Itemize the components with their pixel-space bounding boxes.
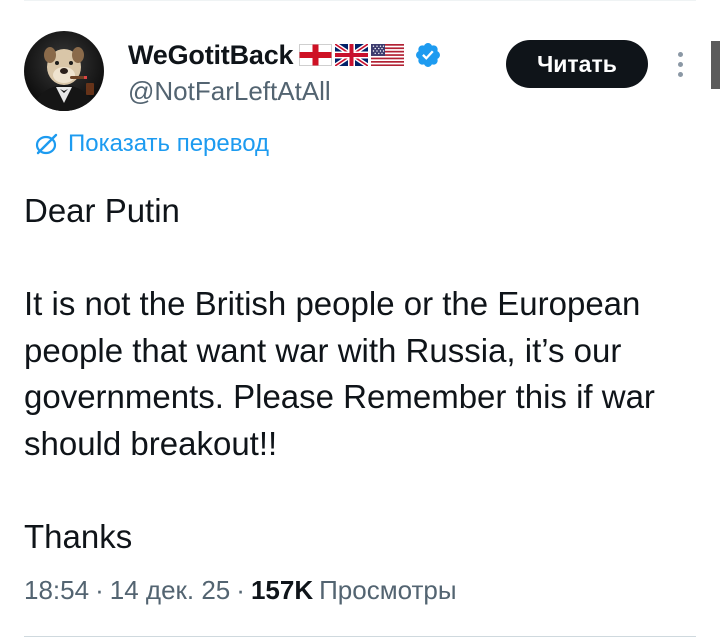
author-name-row: WeGotitBack	[128, 38, 442, 72]
tweet-paragraph: Thanks	[24, 517, 133, 555]
more-options-icon[interactable]	[668, 44, 692, 84]
meta-separator: ·	[95, 575, 104, 605]
flag-emojis	[299, 44, 405, 66]
bottom-divider	[24, 636, 696, 637]
more-dot	[677, 61, 683, 67]
translate-icon	[35, 133, 58, 155]
tweet-meta: 18:54 · 14 дек. 25 · 157K Просмотры	[24, 575, 457, 606]
author-display-name[interactable]: WeGotitBack	[128, 40, 294, 71]
top-divider	[24, 0, 696, 1]
views-count[interactable]: 157K	[251, 575, 313, 606]
paragraph-spacer	[24, 235, 704, 282]
usa-flag-icon	[371, 44, 405, 66]
england-flag-icon	[299, 44, 333, 66]
tweet-text: Dear Putin It is not the British people …	[24, 188, 704, 560]
author-handle[interactable]: @NotFarLeftAtAll	[128, 76, 331, 107]
avatar[interactable]	[24, 31, 104, 111]
show-translation-label: Показать перевод	[68, 130, 270, 157]
more-dot	[677, 71, 683, 77]
uk-flag-icon	[335, 44, 369, 66]
tweet-paragraph: It is not the British people or the Euro…	[24, 285, 655, 462]
paragraph-spacer	[24, 467, 704, 514]
tweet-detail: WeGotitBack @NotFarLeftAtAll Читать Пока…	[0, 0, 720, 640]
scrollbar[interactable]	[711, 41, 720, 89]
tweet-paragraph: Dear Putin	[24, 192, 180, 229]
verified-badge-icon	[416, 43, 441, 67]
meta-separator: ·	[236, 575, 245, 605]
more-dot	[677, 51, 683, 57]
show-translation-link[interactable]: Показать перевод	[34, 130, 269, 158]
views-label[interactable]: Просмотры	[319, 575, 456, 606]
tweet-time[interactable]: 18:54	[24, 575, 89, 606]
tweet-date[interactable]: 14 дек. 25	[110, 575, 231, 606]
follow-button[interactable]: Читать	[506, 40, 648, 88]
